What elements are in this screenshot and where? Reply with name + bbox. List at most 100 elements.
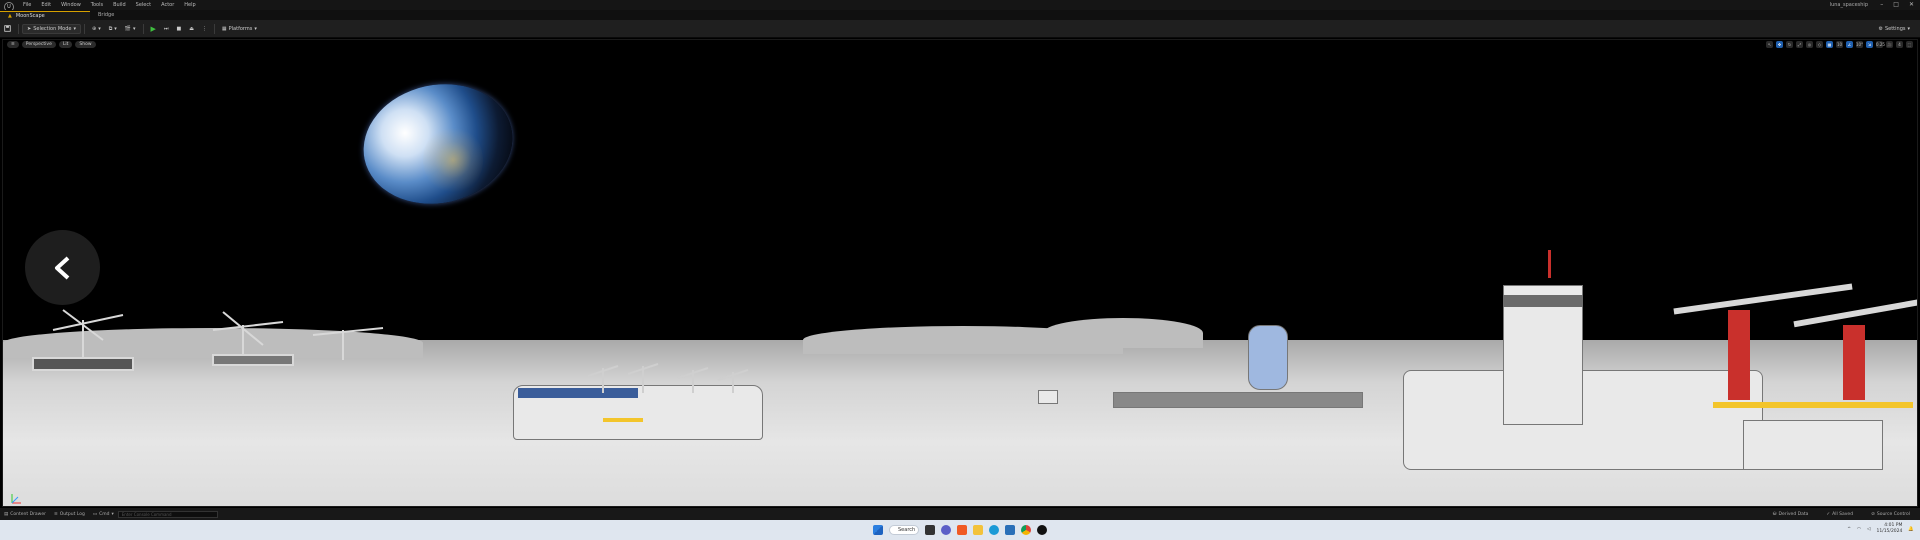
minimize-icon[interactable]: – bbox=[1880, 1, 1883, 8]
crane-mast bbox=[1728, 310, 1750, 400]
back-button[interactable] bbox=[25, 230, 100, 305]
lit-button[interactable]: Lit bbox=[58, 41, 73, 48]
save-button[interactable] bbox=[0, 24, 15, 34]
windows-start-icon[interactable] bbox=[873, 525, 883, 535]
chevron-down-icon: ▾ bbox=[73, 25, 76, 32]
edge-browser-icon[interactable] bbox=[989, 525, 999, 535]
angle-snap-value[interactable]: 10° bbox=[1856, 41, 1863, 48]
derived-data-button[interactable]: ⛁ Derived Data bbox=[1769, 512, 1813, 517]
brave-browser-icon[interactable] bbox=[957, 525, 967, 535]
chevron-down-icon: ▾ bbox=[111, 511, 114, 517]
maximize-icon[interactable]: □ bbox=[1893, 1, 1899, 8]
translate-icon[interactable]: ✥ bbox=[1776, 41, 1783, 48]
file-explorer-icon[interactable] bbox=[973, 525, 983, 535]
tab-bridge[interactable]: Bridge bbox=[90, 11, 122, 20]
chrome-icon[interactable] bbox=[1021, 525, 1031, 535]
output-log-button[interactable]: ≡ Output Log bbox=[50, 512, 89, 517]
grid-snap-icon[interactable]: ▦ bbox=[1826, 41, 1833, 48]
status-bar: ▤ Content Drawer ≡ Output Log ▭ Cmd ▾ En… bbox=[0, 508, 1920, 520]
city-lights bbox=[423, 125, 483, 195]
rotate-icon[interactable]: ↻ bbox=[1786, 41, 1793, 48]
notification-icon[interactable]: 🔔 bbox=[1908, 527, 1914, 532]
menu-actor[interactable]: Actor bbox=[156, 2, 179, 8]
viewport-menu-button[interactable]: ≡ bbox=[7, 41, 19, 48]
menu-bar: U File Edit Window Tools Build Select Ac… bbox=[0, 0, 1920, 12]
grid-snap-value[interactable]: 10 bbox=[1836, 41, 1843, 48]
blueprint-button[interactable]: ⧉ ▾ bbox=[105, 24, 121, 34]
menu-help[interactable]: Help bbox=[179, 2, 200, 8]
content-drawer-button[interactable]: ▤ Content Drawer bbox=[0, 512, 50, 517]
select-mode-icon[interactable]: ↖ bbox=[1766, 41, 1773, 48]
console-command-input[interactable]: Enter Console Command bbox=[117, 510, 218, 518]
log-icon: ≡ bbox=[53, 511, 58, 517]
unreal-taskbar-icon[interactable] bbox=[1037, 525, 1047, 535]
chevron-up-icon[interactable]: ^ bbox=[1847, 527, 1851, 532]
camera-speed-icon[interactable]: 🎥 bbox=[1886, 41, 1893, 48]
habitat-fans bbox=[587, 363, 749, 393]
more-vertical-icon: ⋮ bbox=[201, 25, 207, 32]
camera-speed-value[interactable]: 4 bbox=[1896, 41, 1903, 48]
scale-icon[interactable]: ⤢ bbox=[1796, 41, 1803, 48]
tab-label: Bridge bbox=[98, 12, 115, 18]
all-saved-button[interactable]: ✓ All Saved bbox=[1822, 512, 1857, 517]
save-check-icon: ✓ bbox=[1826, 511, 1831, 517]
play-options-button[interactable]: ⋮ bbox=[198, 24, 211, 34]
source-control-icon: ⊘ bbox=[1871, 511, 1875, 517]
play-button[interactable]: ▶ bbox=[147, 24, 160, 34]
platforms-icon: ▦ bbox=[221, 25, 227, 32]
level-viewport[interactable]: ≡ Perspective Lit Show ↖ ✥ ↻ ⤢ ◎ ◇ ▦ 10 … bbox=[2, 39, 1918, 507]
save-icon bbox=[4, 25, 11, 32]
chevron-down-icon: ▾ bbox=[254, 25, 257, 32]
cursor-icon: ➤ bbox=[27, 25, 32, 32]
scale-snap-icon[interactable]: ⇲ bbox=[1866, 41, 1873, 48]
platforms-dropdown[interactable]: ▦ Platforms ▾ bbox=[218, 24, 261, 34]
world-space-icon[interactable]: ◎ bbox=[1806, 41, 1813, 48]
container bbox=[1038, 390, 1058, 404]
menu-select[interactable]: Select bbox=[131, 2, 156, 8]
eject-button[interactable]: ⏏ bbox=[185, 24, 198, 34]
perspective-button[interactable]: Perspective bbox=[21, 41, 56, 48]
step-button[interactable]: ⏭ bbox=[160, 24, 173, 34]
source-control-button[interactable]: ⊘ Source Control bbox=[1867, 512, 1914, 517]
add-content-button[interactable]: ⊕ ▾ bbox=[88, 24, 105, 34]
cmd-dropdown[interactable]: ▭ Cmd ▾ bbox=[89, 512, 118, 517]
settings-button[interactable]: ⚙ Settings ▾ bbox=[1874, 24, 1914, 34]
level-icon: ▲ bbox=[8, 13, 12, 19]
menu-tools[interactable]: Tools bbox=[86, 2, 108, 8]
side-module bbox=[1743, 420, 1883, 470]
yellow-walkway bbox=[1713, 402, 1913, 408]
taskbar-search[interactable]: Search bbox=[889, 525, 919, 535]
clapper-icon: 🎬 bbox=[124, 25, 132, 32]
terminal-icon: ▭ bbox=[92, 511, 98, 517]
play-icon: ▶ bbox=[150, 24, 156, 33]
viewport-toolbar-left: ≡ Perspective Lit Show bbox=[7, 41, 96, 48]
show-button[interactable]: Show bbox=[75, 41, 96, 48]
menu-build[interactable]: Build bbox=[108, 2, 131, 8]
folder-icon: ▤ bbox=[4, 511, 9, 517]
volume-icon[interactable]: ◁ bbox=[1867, 527, 1870, 532]
task-view-icon[interactable] bbox=[925, 525, 935, 535]
selection-mode-label: Selection Mode bbox=[33, 25, 72, 32]
chevron-down-icon: ▾ bbox=[1907, 25, 1910, 32]
clock[interactable]: 4:01 PM 11/15/2024 bbox=[1876, 523, 1902, 535]
distant-base bbox=[1113, 392, 1363, 408]
menu-file[interactable]: File bbox=[18, 2, 36, 8]
wifi-icon[interactable]: ◠ bbox=[1857, 527, 1861, 532]
selection-mode-dropdown[interactable]: ➤ Selection Mode ▾ bbox=[22, 23, 81, 34]
tab-moonscape[interactable]: ▲ MoonScape bbox=[0, 11, 90, 20]
menu-window[interactable]: Window bbox=[56, 2, 86, 8]
scale-snap-value[interactable]: 0.25 bbox=[1876, 41, 1885, 48]
close-icon[interactable]: ✕ bbox=[1909, 1, 1914, 8]
cinematics-button[interactable]: 🎬 ▾ bbox=[121, 24, 140, 34]
stop-button[interactable]: ■ bbox=[172, 24, 185, 34]
chat-icon[interactable] bbox=[941, 525, 951, 535]
surface-snap-icon[interactable]: ◇ bbox=[1816, 41, 1823, 48]
store-icon[interactable] bbox=[1005, 525, 1015, 535]
tower-antenna bbox=[1548, 250, 1551, 278]
chevron-down-icon: ▾ bbox=[133, 25, 136, 32]
menu-edit[interactable]: Edit bbox=[36, 2, 56, 8]
hill bbox=[1043, 318, 1203, 348]
blueprint-icon: ⧉ bbox=[108, 25, 113, 32]
angle-snap-icon[interactable]: ∠ bbox=[1846, 41, 1853, 48]
maximize-viewport-icon[interactable]: ⬚ bbox=[1906, 41, 1913, 48]
